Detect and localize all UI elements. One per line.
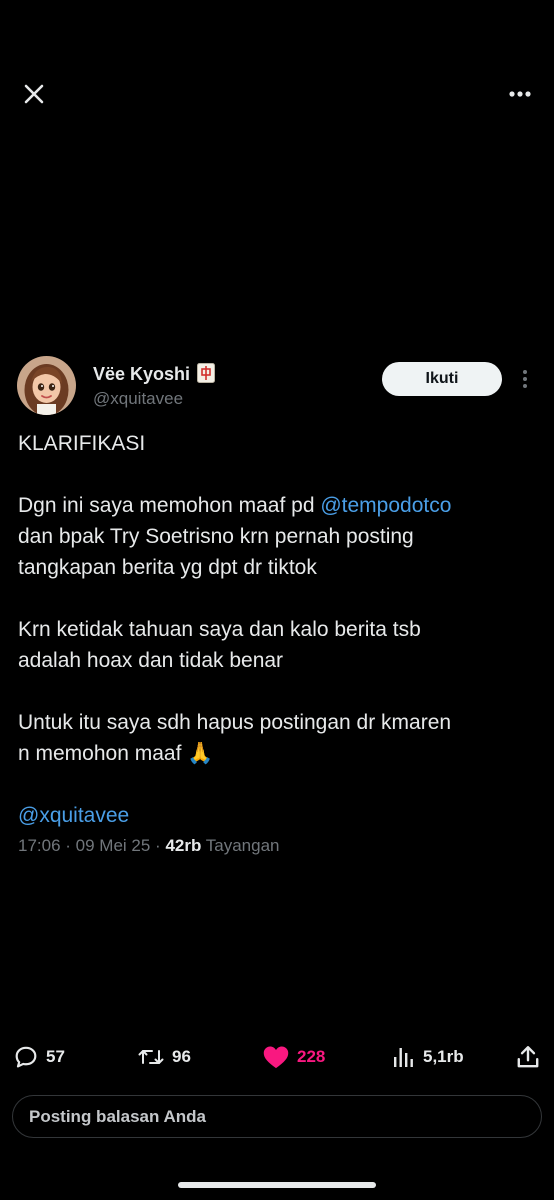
reply-placeholder: Posting balasan Anda: [29, 1107, 206, 1126]
tweet-date[interactable]: 09 Mei 25: [76, 836, 151, 855]
views-action-count: 5,1rb: [423, 1047, 464, 1066]
reply-icon: [15, 1046, 37, 1068]
mention-link-tail[interactable]: @xquitavee: [18, 804, 129, 827]
repost-icon: [138, 1050, 164, 1064]
paragraph-text: dan bpak Try Soetrisno krn pernah postin…: [18, 525, 414, 579]
mention-link[interactable]: @tempodotco: [320, 494, 451, 517]
tweet-paragraph-1: Dgn ini saya memohon maaf pd @tempodotco…: [18, 490, 538, 583]
mahjong-tile-icon: [196, 363, 215, 383]
separator: ·: [150, 836, 166, 855]
home-indicator[interactable]: [178, 1182, 376, 1188]
reply-button[interactable]: 57: [13, 1040, 65, 1074]
tweet-paragraph-3: Untuk itu saya sdh hapus postingan dr km…: [18, 711, 452, 765]
like-button[interactable]: 228: [262, 1040, 325, 1074]
tweet-paragraph-2: Krn ketidak tahuan saya dan kalo berita …: [18, 618, 421, 672]
separator: ·: [60, 836, 76, 855]
repost-count: 96: [172, 1047, 191, 1066]
like-count: 228: [297, 1047, 326, 1066]
action-bar: 57 96 228 5,1rb: [0, 1040, 554, 1074]
views-count: 42rb: [165, 836, 202, 855]
tweet-meta: 17:06 · 09 Mei 25 · 42rb Tayangan: [18, 836, 280, 856]
close-icon[interactable]: [18, 78, 50, 110]
share-icon: [517, 1046, 539, 1068]
avatar[interactable]: [17, 356, 76, 415]
author-display-name[interactable]: Vëe Kyoshi: [93, 364, 190, 385]
bar-chart-icon: [394, 1048, 413, 1067]
tweet-text: KLARIFIKASI Dgn ini saya memohon maaf pd…: [18, 428, 538, 831]
top-bar: [0, 0, 554, 190]
author-info[interactable]: Vëe Kyoshi @xquitavee: [93, 363, 215, 409]
more-vertical-icon[interactable]: [518, 368, 532, 390]
reply-input[interactable]: Posting balasan Anda: [12, 1095, 542, 1138]
tweet-time[interactable]: 17:06: [18, 836, 61, 855]
repost-button[interactable]: 96: [137, 1040, 191, 1074]
more-horizontal-icon[interactable]: [504, 80, 536, 108]
views-label: Tayangan: [201, 836, 280, 855]
tweet-heading: KLARIFIKASI: [18, 432, 146, 455]
heart-icon: [263, 1046, 289, 1069]
author-handle[interactable]: @xquitavee: [93, 389, 215, 409]
reply-count: 57: [46, 1047, 65, 1066]
share-button[interactable]: [515, 1040, 541, 1074]
paragraph-text: Dgn ini saya memohon maaf pd: [18, 494, 321, 517]
follow-button[interactable]: Ikuti: [382, 362, 502, 396]
views-button[interactable]: 5,1rb: [392, 1040, 464, 1074]
